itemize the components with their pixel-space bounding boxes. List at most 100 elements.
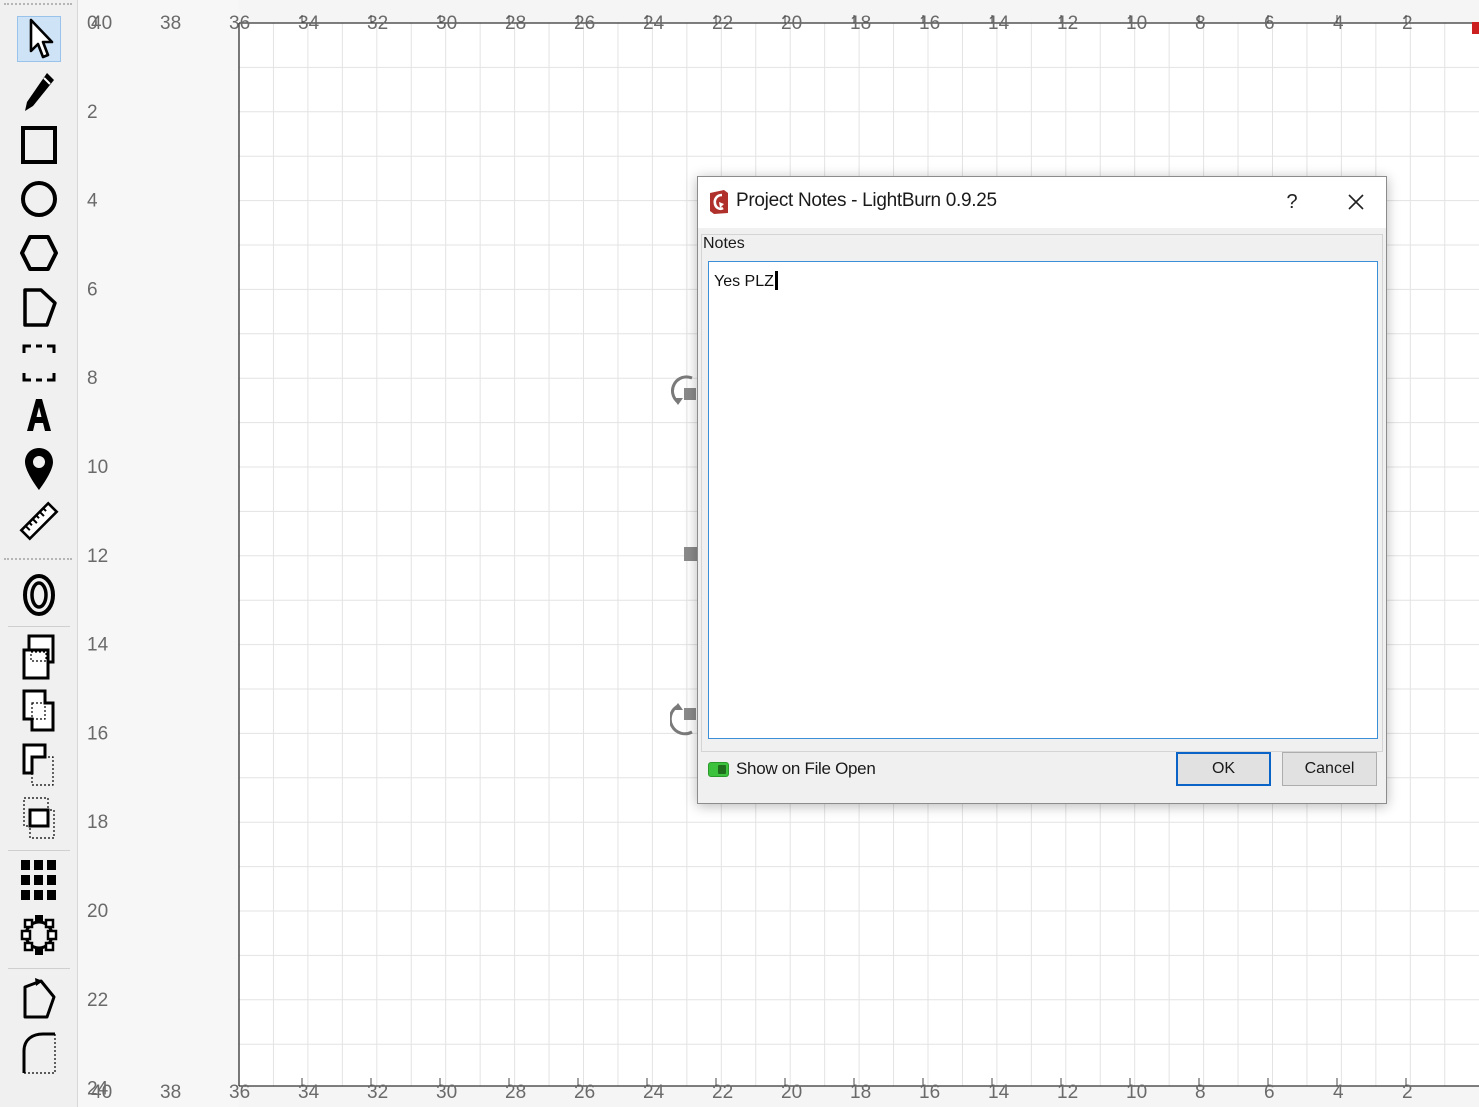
position-laser-tool-button[interactable] — [17, 340, 61, 386]
bottom-ruler-label: 16 — [919, 1082, 940, 1103]
top-ruler-label: 2 — [1402, 13, 1413, 34]
left-ruler-label: 22 — [87, 990, 108, 1011]
left-ruler-label: 24 — [87, 1079, 109, 1100]
notes-text-area[interactable]: Yes PLZ — [708, 261, 1378, 739]
grid-array-icon — [21, 860, 56, 900]
close-button[interactable] — [1338, 187, 1374, 217]
bottom-ruler-label: 22 — [712, 1082, 733, 1103]
pencil-icon — [25, 73, 54, 111]
bottom-ruler-label: 32 — [367, 1082, 388, 1103]
top-ruler-label: 16 — [919, 13, 940, 34]
circular-array-tool-button[interactable] — [17, 912, 61, 958]
boolean-subtract-icon — [22, 743, 54, 786]
boolean-subtract-tool-button[interactable] — [17, 742, 61, 788]
show-on-open-toggle[interactable] — [708, 761, 729, 777]
top-ruler-label: 20 — [781, 13, 802, 34]
top-ruler-label: 6 — [1264, 13, 1275, 34]
top-ruler-label: 18 — [850, 13, 871, 34]
bottom-ruler-label: 18 — [850, 1082, 871, 1103]
text-a-icon — [27, 399, 51, 431]
bottom-ruler-label: 38 — [160, 1082, 181, 1103]
top-ruler-label: 36 — [229, 13, 250, 34]
origin-tool-button[interactable] — [17, 446, 61, 492]
show-on-file-open-checkbox[interactable]: Show on File Open — [708, 759, 876, 779]
map-pin-icon — [25, 448, 53, 490]
tools-toolbar — [0, 0, 78, 1107]
notes-text: Yes PLZ — [714, 273, 774, 290]
bottom-ruler-label: 24 — [643, 1082, 665, 1103]
bottom-ruler-label: 2 — [1402, 1082, 1413, 1103]
ok-button[interactable]: OK — [1176, 752, 1271, 786]
select-tool-button[interactable] — [17, 16, 61, 62]
top-ruler-label: 4 — [1333, 13, 1344, 34]
bottom-ruler-label: 34 — [298, 1082, 320, 1103]
cursor-arrow-icon — [29, 18, 54, 59]
bottom-ruler-label: 10 — [1126, 1082, 1147, 1103]
weld-tool-button[interactable] — [17, 634, 61, 680]
rotate-handle-bottom[interactable] — [670, 698, 698, 738]
bottom-ruler-label: 20 — [781, 1082, 802, 1103]
bottom-ruler-label: 30 — [436, 1082, 457, 1103]
hexagon-icon — [20, 235, 58, 271]
top-ruler-label: 8 — [1195, 13, 1206, 34]
project-notes-dialog: Project Notes - LightBurn 0.9.25 ? Notes… — [697, 176, 1387, 804]
corner-tool-button[interactable] — [17, 1030, 61, 1076]
offset-tool-button[interactable] — [17, 572, 61, 618]
scale-handle-middle[interactable] — [684, 547, 697, 561]
top-ruler-label: 14 — [988, 13, 1010, 34]
circle-icon — [21, 181, 57, 217]
top-ruler-label: 38 — [160, 13, 181, 34]
boolean-intersect-tool-button[interactable] — [17, 796, 61, 842]
toolbar-grip-2[interactable] — [4, 558, 72, 560]
left-ruler-label: 0 — [87, 13, 98, 34]
rectangle-icon — [21, 126, 57, 164]
ellipse-tool-button[interactable] — [17, 176, 61, 222]
measure-tool-button[interactable] — [17, 498, 61, 544]
rotate-shape-tool-button[interactable] — [17, 976, 61, 1022]
top-ruler-label: 28 — [505, 13, 526, 34]
lightburn-window: 40 38 36 34 32 30 28 26 24 22 20 18 16 14 12 10 8 6 4 2 40 3… — [0, 0, 1479, 1107]
left-ruler-label: 6 — [87, 279, 98, 300]
grid-array-tool-button[interactable] — [17, 858, 61, 904]
left-ruler-label: 16 — [87, 723, 108, 744]
ruler-icon — [19, 501, 59, 541]
edit-nodes-tool-button[interactable] — [17, 69, 61, 115]
cancel-button[interactable]: Cancel — [1282, 752, 1377, 786]
top-ruler-label: 24 — [643, 13, 665, 34]
lightburn-app-icon — [710, 190, 728, 214]
dialog-title: Project Notes - LightBurn 0.9.25 — [736, 190, 997, 211]
close-icon — [1348, 194, 1364, 210]
bottom-ruler-label: 6 — [1264, 1082, 1275, 1103]
top-ruler-label: 26 — [574, 13, 595, 34]
bottom-ruler-label: 36 — [229, 1082, 250, 1103]
left-ruler-label: 10 — [87, 457, 108, 478]
left-ruler-label: 4 — [87, 191, 98, 212]
notes-group-label: Notes — [703, 235, 748, 253]
text-tool-button[interactable] — [17, 392, 61, 438]
show-on-open-label: Show on File Open — [736, 759, 876, 778]
left-ruler-label: 12 — [87, 546, 108, 567]
bottom-ruler-label: 12 — [1057, 1082, 1078, 1103]
polygon-tool-button[interactable] — [17, 230, 61, 276]
lines-tool-button[interactable] — [17, 284, 61, 330]
rounded-corner-icon — [22, 1032, 56, 1074]
rotate-handle-top[interactable] — [670, 372, 698, 412]
help-button[interactable]: ? — [1280, 189, 1304, 215]
bottom-ruler-label: 4 — [1333, 1082, 1344, 1103]
dialog-titlebar[interactable]: Project Notes - LightBurn 0.9.25 ? — [698, 177, 1386, 228]
left-ruler-label: 20 — [87, 901, 108, 922]
rectangle-tool-button[interactable] — [17, 122, 61, 168]
boolean-union-tool-button[interactable] — [17, 688, 61, 734]
left-ruler-label: 18 — [87, 812, 108, 833]
top-ruler-label: 22 — [712, 13, 733, 34]
offset-rings-icon — [23, 574, 55, 616]
text-caret — [774, 271, 778, 290]
weld-icon — [22, 634, 55, 680]
top-ruler-label: 12 — [1057, 13, 1078, 34]
toolbar-grip[interactable] — [4, 3, 72, 5]
bottom-ruler-label: 26 — [574, 1082, 595, 1103]
top-ruler-label: 30 — [436, 13, 457, 34]
dashed-rectangle-icon — [22, 344, 56, 382]
left-ruler-label: 8 — [87, 368, 98, 389]
top-ruler-label: 32 — [367, 13, 388, 34]
